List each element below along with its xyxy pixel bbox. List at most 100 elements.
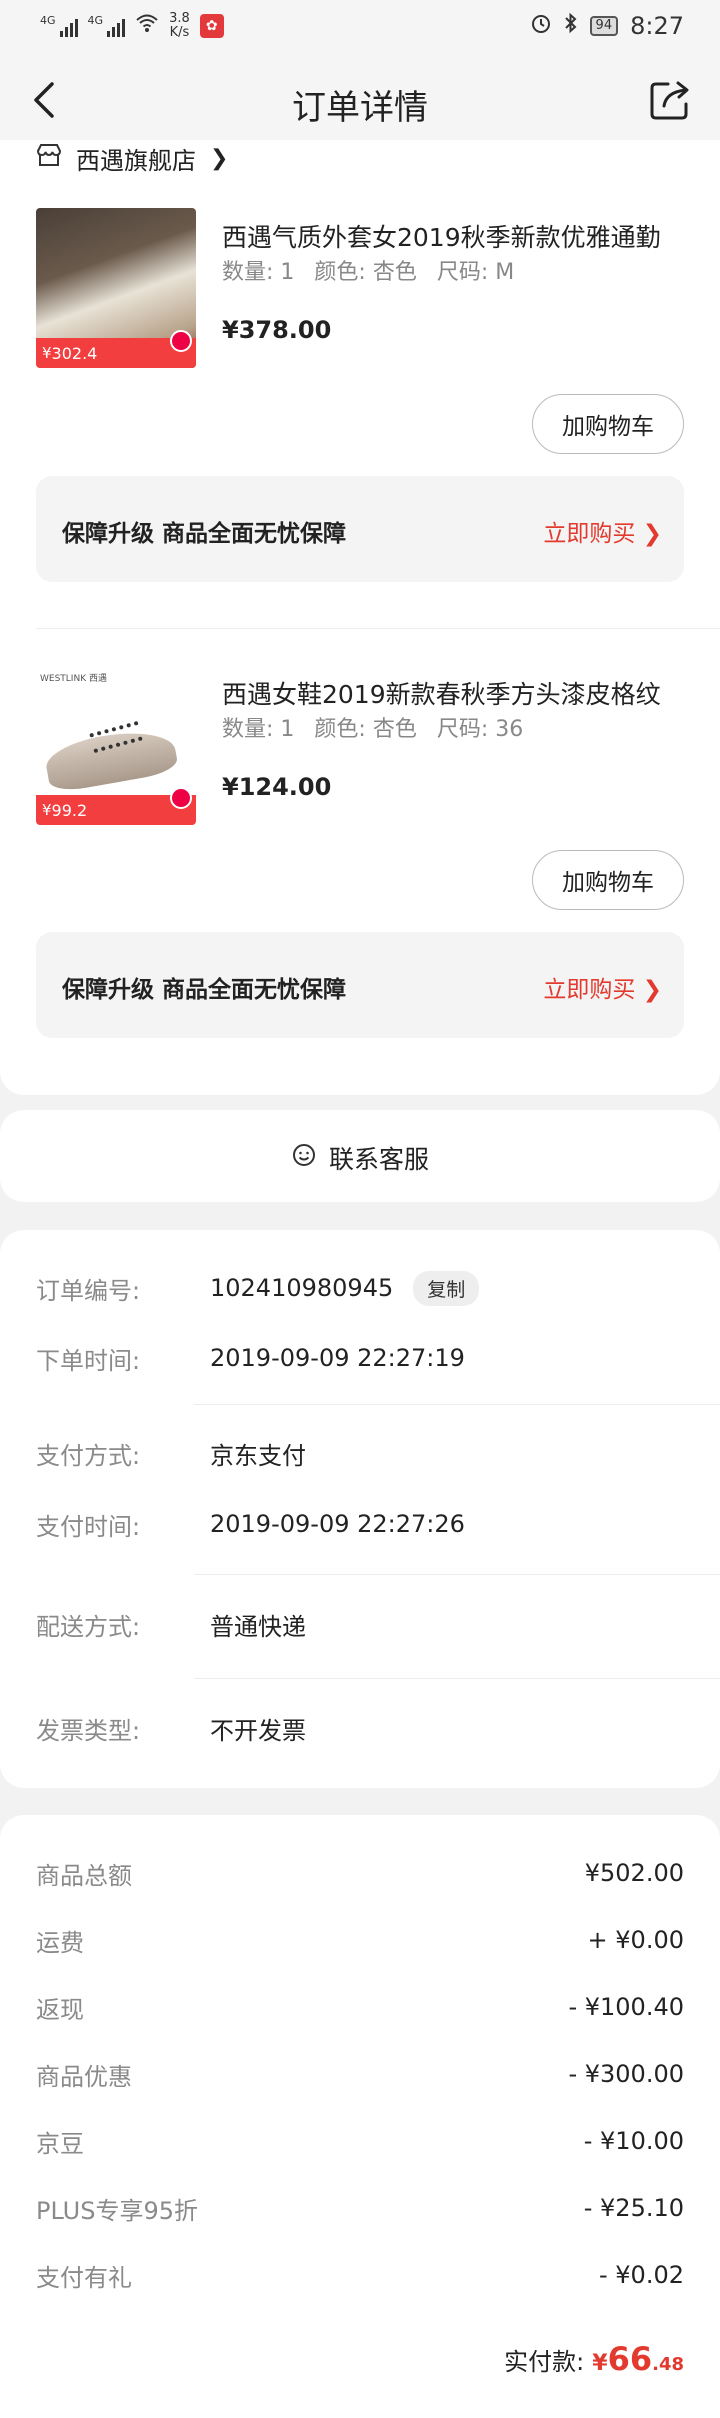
- summary-row: 返现 - ¥100.40: [36, 1989, 684, 2025]
- net-speed: 3.8 K/s: [169, 12, 190, 40]
- divider: [194, 1404, 720, 1405]
- contact-service-label: 联系客服: [328, 1145, 429, 1174]
- delivery-method: 普通快递: [210, 1612, 306, 1641]
- product-attributes: 数量: 1 颜色: 杏色 尺码: 36: [222, 711, 523, 743]
- currency-symbol: ¥: [592, 2351, 608, 2376]
- pay-time: 2019-09-09 22:27:26: [210, 1510, 465, 1538]
- total-integer: 66: [607, 2340, 653, 2378]
- total-paid: 实付款: ¥66.48: [504, 2340, 684, 2378]
- summary-row: 运费 + ¥0.00: [36, 1922, 684, 1958]
- summary-label: PLUS专享95折: [36, 2196, 198, 2225]
- product-price: ¥124.00: [222, 773, 332, 801]
- size-value: M: [495, 260, 515, 285]
- battery-icon: 94: [589, 16, 619, 36]
- summary-value: ¥502.00: [584, 1859, 684, 1887]
- invoice-type: 不开发票: [210, 1716, 306, 1745]
- summary-value: - ¥25.10: [583, 2194, 684, 2222]
- size-label: 尺码:: [436, 260, 489, 285]
- pay-method-row: 支付方式: 京东支付: [36, 1435, 306, 1471]
- summary-value: - ¥100.40: [568, 1993, 684, 2021]
- product-title[interactable]: 西遇气质外套女2019秋季新款优雅通勤: [222, 218, 682, 254]
- net-speed-unit: K/s: [169, 25, 190, 40]
- total-decimal: .48: [652, 2354, 684, 2375]
- shoe-brand-text: WESTLINK 西遇: [40, 674, 107, 684]
- invoice-label: 发票类型:: [36, 1716, 141, 1745]
- size-value: 36: [495, 717, 524, 742]
- guarantee-text: 保障升级 商品全面无忧保障: [62, 521, 347, 547]
- alarm-icon: [530, 12, 552, 40]
- add-to-cart-button[interactable]: 加购物车: [532, 394, 684, 454]
- guarantee-banner[interactable]: 保障升级 商品全面无忧保障 立即购买 ❯: [36, 476, 684, 582]
- clock: 8:27: [630, 12, 684, 40]
- invoice-row: 发票类型: 不开发票: [36, 1710, 306, 1746]
- add-to-cart-button[interactable]: 加购物车: [532, 850, 684, 910]
- customer-service-card[interactable]: 联系客服: [0, 1110, 720, 1202]
- order-number: 102410980945: [210, 1274, 394, 1302]
- product-attributes: 数量: 1 颜色: 杏色 尺码: M: [222, 254, 514, 286]
- summary-row: PLUS专享95折 - ¥25.10: [36, 2190, 684, 2226]
- order-time-row: 下单时间: 2019-09-09 22:27:19: [36, 1340, 465, 1376]
- copy-button[interactable]: 复制: [413, 1270, 480, 1306]
- page-title: 订单详情: [292, 88, 428, 128]
- total-label: 实付款:: [504, 2348, 585, 2376]
- order-number-label: 订单编号:: [36, 1276, 141, 1305]
- delivery-row: 配送方式: 普通快递: [36, 1606, 306, 1642]
- shop-link[interactable]: 西遇旗舰店 ❯: [36, 140, 228, 176]
- network-type-1: 4G: [40, 14, 56, 27]
- qty-label: 数量:: [222, 260, 274, 285]
- chevron-right-icon: ❯: [210, 145, 229, 171]
- products-card: 西遇旗舰店 ❯ ¥302.4 西遇气质外套女2019秋季新款优雅通勤 数量: 1…: [0, 140, 720, 1095]
- summary-row: 商品总额 ¥502.00: [36, 1855, 684, 1891]
- order-info-card: 订单编号: 102410980945 复制 下单时间: 2019-09-09 2…: [0, 1230, 720, 1788]
- summary-value: - ¥10.00: [583, 2127, 684, 2155]
- summary-value: + ¥0.00: [587, 1926, 684, 1954]
- summary-label: 返现: [36, 1995, 84, 2024]
- guarantee-text: 保障升级 商品全面无忧保障: [62, 977, 347, 1003]
- qty-value: 1: [280, 260, 295, 285]
- order-time: 2019-09-09 22:27:19: [210, 1344, 465, 1372]
- guarantee-banner[interactable]: 保障升级 商品全面无忧保障 立即购买 ❯: [36, 932, 684, 1038]
- bluetooth-icon: [564, 12, 578, 40]
- shop-name: 西遇旗舰店: [76, 146, 196, 175]
- total-amount: ¥66.48: [592, 2340, 684, 2378]
- status-bar: 4G 4G 3.8 K/s ✿ 94 8:27: [0, 0, 720, 52]
- buy-now-link[interactable]: 立即购买 ❯: [543, 514, 662, 548]
- contact-service-button[interactable]: 联系客服: [0, 1140, 720, 1176]
- buy-now-link[interactable]: 立即购买 ❯: [543, 970, 662, 1004]
- nav-bar: 订单详情: [0, 52, 720, 148]
- color-value: 杏色: [372, 717, 417, 742]
- product-image-coat[interactable]: ¥302.4: [36, 208, 196, 368]
- badge-price: 99.2: [51, 800, 88, 820]
- share-icon[interactable]: [648, 78, 692, 122]
- size-label: 尺码:: [436, 717, 489, 742]
- net-speed-value: 3.8: [169, 11, 190, 26]
- product-price: ¥378.00: [222, 316, 332, 344]
- color-label: 颜色:: [314, 717, 366, 742]
- pay-time-row: 支付时间: 2019-09-09 22:27:26: [36, 1506, 465, 1542]
- summary-value: - ¥300.00: [568, 2060, 684, 2088]
- badge-price: 302.4: [51, 343, 98, 363]
- color-label: 颜色:: [314, 260, 366, 285]
- delivery-label: 配送方式:: [36, 1612, 141, 1641]
- product-title[interactable]: 西遇女鞋2019新款春秋季方头漆皮格纹: [222, 675, 682, 711]
- summary-label: 商品优惠: [36, 2062, 132, 2091]
- price-badge: ¥99.2: [36, 787, 196, 825]
- wifi-icon: [135, 13, 159, 39]
- divider: [194, 1574, 720, 1575]
- app-notification-icon: ✿: [199, 14, 224, 38]
- divider: [36, 628, 720, 629]
- signal-icon: 4G: [40, 15, 78, 37]
- summary-row: 支付有礼 - ¥0.02: [36, 2257, 684, 2293]
- product-image-shoe[interactable]: WESTLINK 西遇 ¥99.2: [36, 665, 196, 825]
- qty-label: 数量:: [222, 717, 274, 742]
- order-time-label: 下单时间:: [36, 1346, 141, 1375]
- store-icon: [36, 143, 62, 173]
- color-value: 杏色: [372, 260, 417, 285]
- order-number-row: 订单编号: 102410980945 复制: [36, 1270, 480, 1306]
- summary-row: 京豆 - ¥10.00: [36, 2123, 684, 2159]
- summary-label: 运费: [36, 1928, 84, 1957]
- qty-value: 1: [280, 717, 295, 742]
- network-type-2: 4G: [87, 14, 104, 27]
- price-badge: ¥302.4: [36, 330, 196, 368]
- smiley-icon: [291, 1142, 317, 1174]
